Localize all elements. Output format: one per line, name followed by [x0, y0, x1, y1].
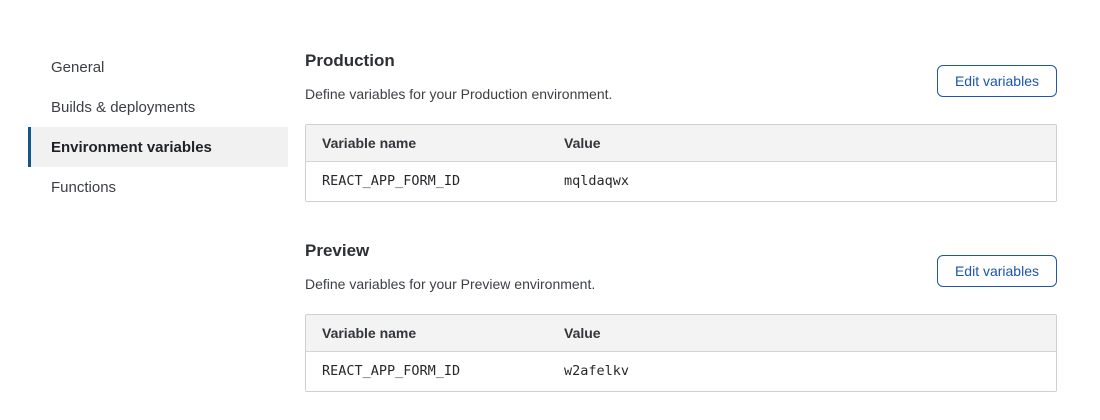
sidebar-item-label: Functions: [51, 179, 116, 196]
variable-value-cell: mqldaqwx: [548, 162, 1056, 201]
table-row: REACT_APP_FORM_ID mqldaqwx: [306, 162, 1056, 201]
edit-variables-button-production[interactable]: Edit variables: [937, 65, 1057, 97]
sidebar-item-label: Builds & deployments: [51, 99, 195, 116]
variable-name-cell: REACT_APP_FORM_ID: [306, 162, 548, 201]
production-section: Production Define variables for your Pro…: [305, 44, 1057, 202]
active-indicator: [28, 127, 31, 167]
column-header-variable-name: Variable name: [306, 125, 548, 162]
settings-sidebar: General Builds & deployments Environment…: [28, 47, 288, 207]
sidebar-item-general[interactable]: General: [28, 47, 288, 87]
variable-name-cell: REACT_APP_FORM_ID: [306, 352, 548, 391]
sidebar-item-label: Environment variables: [51, 139, 212, 156]
sidebar-item-functions[interactable]: Functions: [28, 167, 288, 207]
table-header-row: Variable name Value: [306, 125, 1056, 162]
sidebar-item-builds-deployments[interactable]: Builds & deployments: [28, 87, 288, 127]
variable-value-cell: w2afelkv: [548, 352, 1056, 391]
production-variables-table: Variable name Value REACT_APP_FORM_ID mq…: [305, 124, 1057, 202]
sidebar-item-environment-variables[interactable]: Environment variables: [28, 127, 288, 167]
environment-variables-panel: Production Define variables for your Pro…: [305, 44, 1057, 392]
sidebar-item-label: General: [51, 59, 104, 76]
edit-variables-button-preview[interactable]: Edit variables: [937, 255, 1057, 287]
preview-section: Preview Define variables for your Previe…: [305, 234, 1057, 392]
column-header-value: Value: [548, 315, 1056, 352]
column-header-variable-name: Variable name: [306, 315, 548, 352]
table-header-row: Variable name Value: [306, 315, 1056, 352]
table-row: REACT_APP_FORM_ID w2afelkv: [306, 352, 1056, 391]
column-header-value: Value: [548, 125, 1056, 162]
preview-variables-table: Variable name Value REACT_APP_FORM_ID w2…: [305, 314, 1057, 392]
